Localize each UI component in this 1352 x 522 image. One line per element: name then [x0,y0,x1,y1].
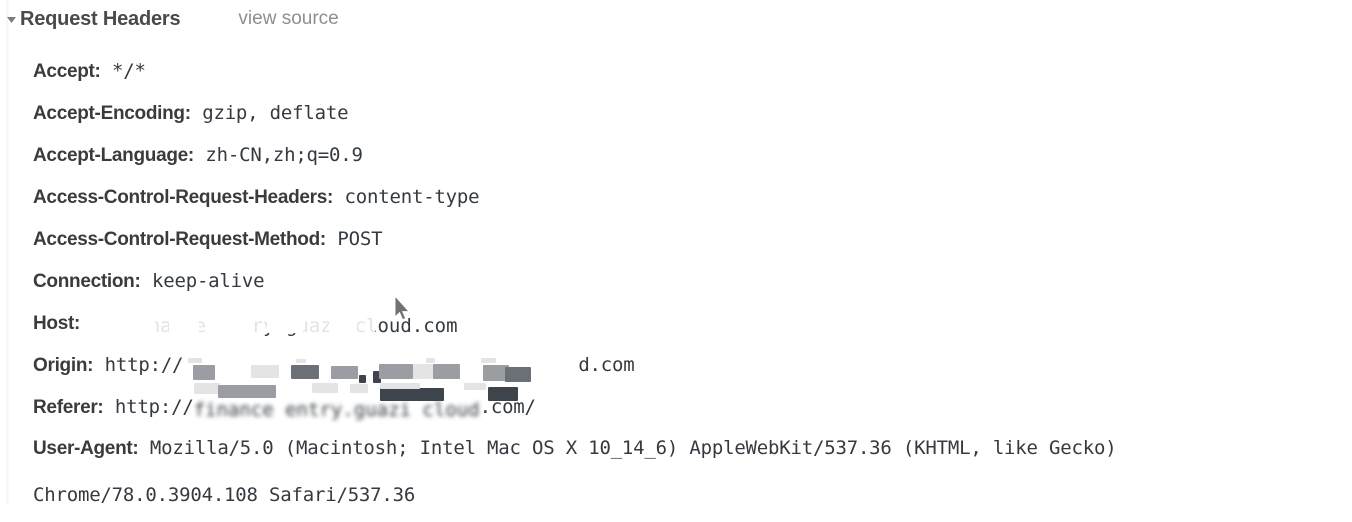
header-value-user-agent[interactable]: Mozilla/5.0 (Macintosh; Intel Mac OS X 1… [33,437,1117,506]
panel-left-edge [6,0,9,504]
headers-list: Accept: */* Accept-Encoding: gzip, defla… [33,50,1343,522]
header-name-accept-language: Accept-Language: [33,145,194,166]
header-row-host: Host: finance.entry.guazi-cloud.com [33,293,1343,344]
header-value-origin-prefix[interactable]: http:// [105,354,184,376]
header-row-accept: Accept: */* [33,50,1343,92]
header-name-access-control-request-headers: Access-Control-Request-Headers: [33,187,334,208]
header-name-host: Host: [33,313,81,334]
header-row-user-agent: User-Agent: Mozilla/5.0 (Macintosh; Inte… [33,428,1333,522]
request-headers-section-header[interactable]: Request Headers view source [0,0,339,38]
header-row-access-control-request-headers: Access-Control-Request-Headers: content-… [33,176,1343,218]
triangle-down-icon[interactable] [0,14,18,25]
header-value-access-control-request-method[interactable]: POST [337,228,382,250]
header-name-connection: Connection: [33,271,141,292]
header-value-accept-encoding[interactable]: gzip, deflate [202,102,348,124]
header-name-accept: Accept: [33,61,101,82]
header-value-origin-redacted[interactable] [183,358,578,384]
header-name-origin: Origin: [33,355,94,376]
header-value-host-redacted[interactable]: finance.entry.guazi-cloud.com [102,293,458,353]
header-value-accept[interactable]: */* [112,60,146,82]
view-source-link[interactable]: view source [238,8,338,30]
section-title: Request Headers [20,7,181,30]
header-value-connection[interactable]: keep-alive [152,270,265,292]
header-value-referer-prefix[interactable]: http:// [115,396,194,418]
header-row-referer: Referer: http://finance entry.guazi clou… [33,383,1343,428]
header-row-accept-encoding: Accept-Encoding: gzip, deflate [33,92,1343,134]
header-row-access-control-request-method: Access-Control-Request-Method: POST [33,218,1343,260]
header-name-user-agent: User-Agent: [33,438,139,459]
header-value-origin-suffix[interactable]: d.com [578,354,634,376]
request-headers-panel: Request Headers view source Accept: */* … [0,0,1352,506]
header-row-accept-language: Accept-Language: zh-CN,zh;q=0.9 [33,134,1343,176]
host-ghost-text: finance.entry.guazi-cloud.com [102,293,458,347]
header-value-referer-redacted[interactable]: finance entry.guazi cloud [193,383,518,437]
header-name-referer: Referer: [33,397,104,418]
header-value-accept-language[interactable]: zh-CN,zh;q=0.9 [205,144,363,166]
header-name-access-control-request-method: Access-Control-Request-Method: [33,229,326,250]
header-name-accept-encoding: Accept-Encoding: [33,103,191,124]
header-value-access-control-request-headers[interactable]: content-type [345,186,480,208]
